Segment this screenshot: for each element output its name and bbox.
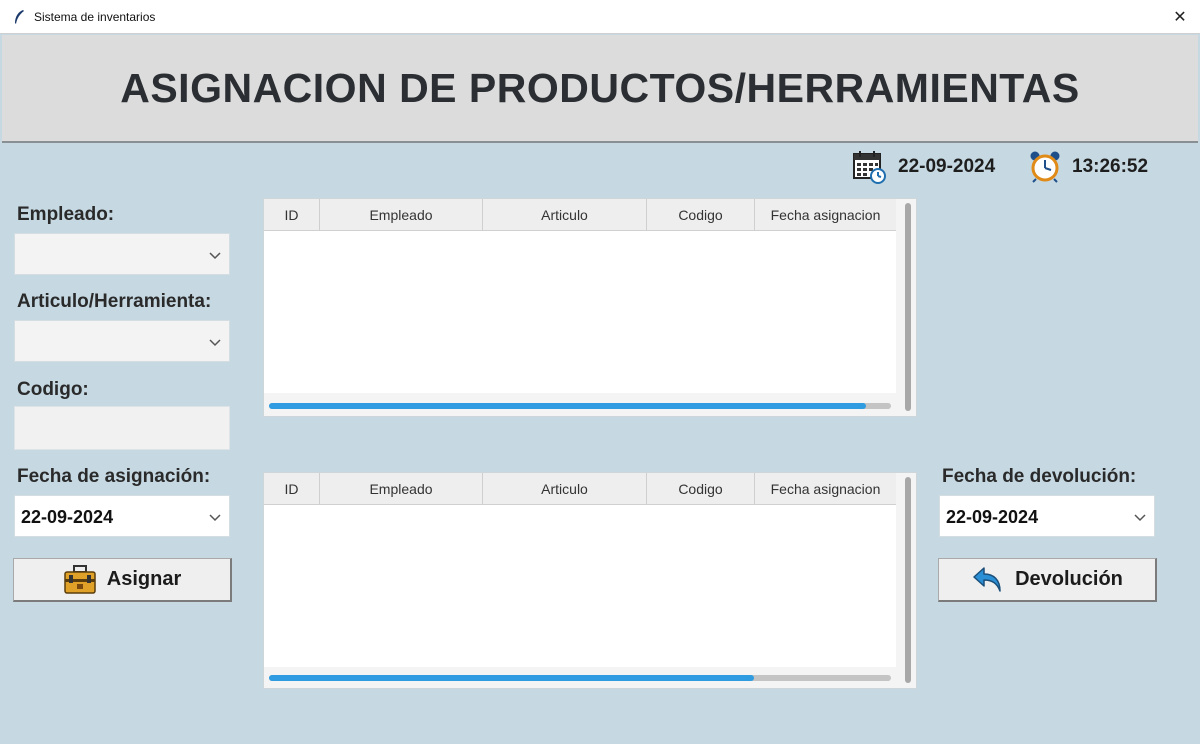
column-header-articulo[interactable]: Articulo [483,199,647,231]
table-body [264,231,896,393]
column-header-codigo[interactable]: Codigo [647,199,755,231]
asignaciones-table-top[interactable]: ID Empleado Articulo Codigo Fecha asigna… [263,198,917,417]
codigo-label: Codigo: [17,379,89,400]
page-title: ASIGNACION DE PRODUCTOS/HERRAMIENTAS [120,64,1080,111]
calendar-clock-icon [853,151,886,184]
asignar-label: Asignar [106,568,182,590]
fecha-asignacion-value: 22-09-2024 [21,507,114,527]
column-header-empleado[interactable]: Empleado [320,473,483,505]
column-header-fecha-asignacion[interactable]: Fecha asignacion [755,199,896,231]
horizontal-scrollbar[interactable] [269,403,891,409]
alarm-clock-icon [1030,151,1060,183]
column-header-fecha-asignacion[interactable]: Fecha asignacion [755,473,896,505]
current-time: 13:26:52 [1072,156,1149,177]
articulo-combobox[interactable] [14,320,230,362]
column-header-id[interactable]: ID [264,473,320,505]
chevron-down-icon [209,339,221,347]
time-display: 13:26:52 [1028,150,1148,184]
devolucion-label: Devolución [1015,568,1123,590]
table-header: ID Empleado Articulo Codigo Fecha asigna… [264,473,896,505]
asignaciones-table-bottom[interactable]: ID Empleado Articulo Codigo Fecha asigna… [263,472,917,689]
vertical-scrollbar[interactable] [905,203,911,411]
vertical-scrollbar[interactable] [905,477,911,683]
toolbox-icon [64,564,96,594]
devolucion-button[interactable]: Devolución [938,558,1157,602]
column-header-empleado[interactable]: Empleado [320,199,483,231]
fecha-asignacion-picker[interactable]: 22-09-2024 [14,495,230,537]
window-title: Sistema de inventarios [34,10,156,24]
codigo-field[interactable] [14,406,230,450]
empleado-label: Empleado: [17,204,115,225]
fecha-devolucion-label: Fecha de devolución: [942,466,1137,487]
header-banner: ASIGNACION DE PRODUCTOS/HERRAMIENTAS [2,35,1198,143]
fecha-devolucion-picker[interactable]: 22-09-2024 [939,495,1155,537]
chevron-down-icon [1134,514,1146,522]
table-body [264,505,896,667]
fecha-asignacion-label: Fecha de asignación: [17,466,211,487]
table-header: ID Empleado Articulo Codigo Fecha asigna… [264,199,896,231]
asignar-button[interactable]: Asignar [13,558,232,602]
chevron-down-icon [209,514,221,522]
chevron-down-icon [209,252,221,260]
current-date: 22-09-2024 [898,156,996,177]
window-titlebar: Sistema de inventarios ✕ [0,0,1200,34]
date-display: 22-09-2024 [852,150,995,184]
horizontal-scrollbar-thumb[interactable] [269,403,867,409]
column-header-articulo[interactable]: Articulo [483,473,647,505]
feather-icon [15,10,24,24]
empleado-combobox[interactable] [14,233,230,275]
horizontal-scrollbar-thumb[interactable] [269,675,755,681]
close-icon: ✕ [1173,9,1187,26]
return-arrow-icon [973,566,1001,592]
articulo-label: Articulo/Herramienta: [17,291,212,312]
horizontal-scrollbar[interactable] [269,675,891,681]
column-header-codigo[interactable]: Codigo [647,473,755,505]
fecha-devolucion-value: 22-09-2024 [946,507,1039,527]
close-button[interactable]: ✕ [1160,0,1200,34]
column-header-id[interactable]: ID [264,199,320,231]
